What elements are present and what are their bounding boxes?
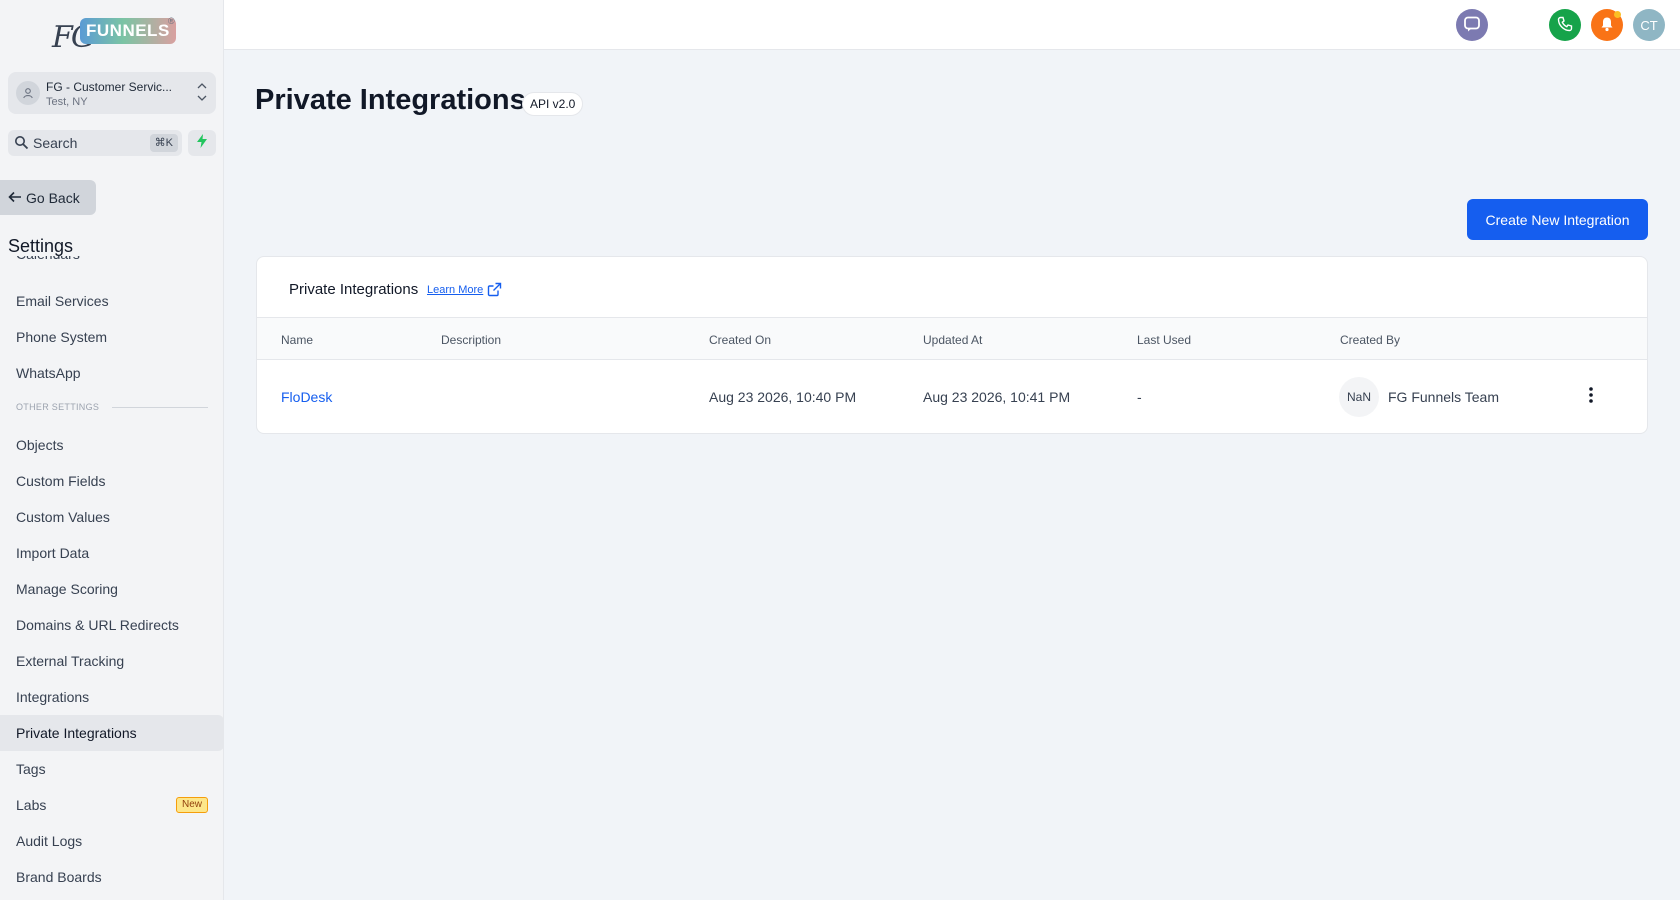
phone-button[interactable]: [1549, 9, 1581, 41]
card-header: Private Integrations Learn More: [257, 257, 1647, 318]
integrations-card: Private Integrations Learn More Name Des…: [256, 256, 1648, 434]
column-header-last-used[interactable]: Last Used: [1137, 333, 1191, 347]
quick-actions-button[interactable]: [188, 130, 216, 156]
row-actions-button[interactable]: [1579, 385, 1603, 409]
bell-icon: [1599, 16, 1615, 35]
account-name: FG - Customer Servic...: [46, 80, 173, 94]
sidebar-item-label: Labs: [16, 797, 47, 813]
sidebar-item-whatsapp[interactable]: WhatsApp: [0, 355, 223, 391]
notification-dot: [1614, 11, 1621, 18]
search-label: Search: [33, 135, 78, 151]
sidebar-item-external-tracking[interactable]: External Tracking: [0, 643, 223, 679]
updated-at-value: Aug 23 2026, 10:41 PM: [923, 389, 1071, 405]
sidebar-item-labs[interactable]: Labs New: [0, 787, 223, 823]
new-badge: New: [175, 797, 208, 813]
sidebar: FG FUNNELS ® FG - Customer Servic... Tes…: [0, 0, 224, 900]
sidebar-item-integrations[interactable]: Integrations: [0, 679, 223, 715]
column-header-name[interactable]: Name: [281, 333, 313, 347]
sidebar-item-objects[interactable]: Objects: [0, 427, 223, 463]
topbar: CT: [224, 0, 1680, 50]
sidebar-item-custom-values[interactable]: Custom Values: [0, 499, 223, 535]
logo-word: FUNNELS: [80, 18, 176, 44]
go-back-label: Go Back: [26, 189, 80, 206]
notifications-button[interactable]: [1591, 9, 1623, 41]
chat-button[interactable]: [1456, 9, 1488, 41]
phone-icon: [1557, 16, 1573, 35]
sidebar-item-custom-fields[interactable]: Custom Fields: [0, 463, 223, 499]
table-row: FloDesk Aug 23 2026, 10:40 PM Aug 23 202…: [257, 360, 1647, 433]
search-icon: [14, 135, 29, 155]
integration-name-link[interactable]: FloDesk: [281, 389, 332, 405]
column-header-created-by[interactable]: Created By: [1340, 333, 1400, 347]
table-header: Name Description Created On Updated At L…: [257, 318, 1647, 360]
account-switcher[interactable]: FG - Customer Servic... Test, NY: [8, 72, 216, 114]
created-by-value: FG Funnels Team: [1388, 389, 1500, 405]
creator-avatar: NaN: [1339, 377, 1379, 417]
sidebar-item-private-integrations[interactable]: Private Integrations: [0, 715, 223, 751]
last-used-value: -: [1137, 389, 1142, 405]
learn-more-link[interactable]: Learn More: [427, 284, 483, 296]
account-location: Test, NY: [46, 96, 88, 108]
user-avatar[interactable]: CT: [1633, 9, 1665, 41]
sidebar-item-brand-boards[interactable]: Brand Boards: [0, 859, 223, 895]
logo-registered-mark: ®: [168, 16, 175, 26]
card-title: Private Integrations: [289, 281, 419, 298]
sidebar-item-email-services[interactable]: Email Services: [0, 283, 223, 319]
sidebar-item-domains-url-redirects[interactable]: Domains & URL Redirects: [0, 607, 223, 643]
sidebar-item-calendars[interactable]: Calendars: [0, 256, 223, 272]
created-on-value: Aug 23 2026, 10:40 PM: [709, 389, 857, 405]
account-avatar-icon: [16, 81, 40, 105]
api-version-badge: API v2.0: [522, 92, 584, 116]
external-link-icon[interactable]: [487, 282, 502, 302]
section-divider: [112, 407, 208, 408]
go-back-button[interactable]: Go Back: [0, 180, 96, 215]
column-header-created-on[interactable]: Created On: [709, 333, 771, 347]
other-settings-section-label: OTHER SETTINGS: [16, 402, 100, 412]
column-header-updated-at[interactable]: Updated At: [923, 333, 982, 347]
sidebar-item-phone-system[interactable]: Phone System: [0, 319, 223, 355]
settings-title: Settings: [8, 236, 74, 256]
create-new-integration-button[interactable]: Create New Integration: [1467, 199, 1648, 240]
more-vertical-icon: [1589, 386, 1593, 409]
lightning-icon: [196, 133, 208, 153]
chevron-up-down-icon: [196, 80, 208, 104]
sidebar-item-tags[interactable]: Tags: [0, 751, 223, 787]
sidebar-item-audit-logs[interactable]: Audit Logs: [0, 823, 223, 859]
chat-icon: [1463, 15, 1481, 36]
sidebar-item-import-data[interactable]: Import Data: [0, 535, 223, 571]
arrow-left-icon: [8, 190, 26, 206]
page-title: Private Integrations: [255, 84, 526, 116]
search-bar[interactable]: Search ⌘K: [8, 130, 182, 156]
settings-menu: Calendars Email Services Phone System Wh…: [0, 256, 223, 900]
sidebar-item-manage-scoring[interactable]: Manage Scoring: [0, 571, 223, 607]
column-header-description[interactable]: Description: [441, 333, 501, 347]
search-shortcut: ⌘K: [149, 134, 178, 152]
fg-funnels-logo[interactable]: FG FUNNELS ®: [52, 16, 176, 58]
